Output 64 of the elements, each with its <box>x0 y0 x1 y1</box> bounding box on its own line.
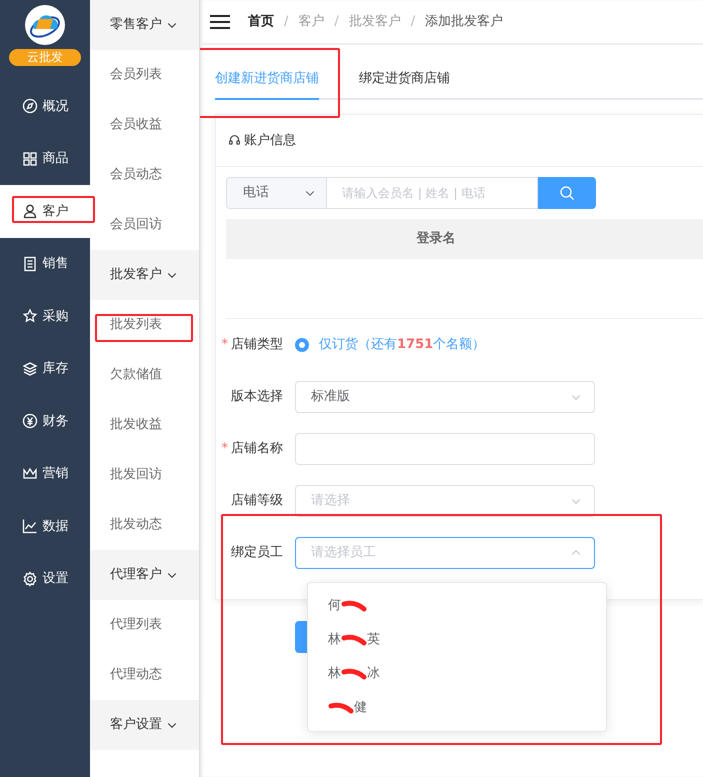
submenu-group-header[interactable]: 批发客户 <box>90 250 199 300</box>
breadcrumb-separator: / <box>334 12 339 31</box>
sidebar-item[interactable]: 设置 <box>0 552 90 605</box>
field-label: 版本选择 <box>231 389 283 404</box>
chart-icon <box>22 518 38 534</box>
submenu-item[interactable]: 代理动态 <box>90 650 199 700</box>
settings-icon <box>22 570 38 587</box>
submenu-group-header[interactable]: 客户设置 <box>90 700 199 750</box>
document-icon <box>22 256 38 272</box>
radio-button[interactable] <box>295 338 309 352</box>
submenu-item[interactable]: 代理列表 <box>90 600 199 650</box>
star-icon <box>22 308 38 324</box>
text-field[interactable] <box>295 433 595 465</box>
search-button[interactable] <box>538 177 596 209</box>
sidebar-item[interactable]: 商品 <box>0 132 90 185</box>
field-label: 店铺类型 <box>231 337 283 352</box>
required-mark: * <box>222 337 228 352</box>
sidebar-item[interactable]: 财务 <box>0 395 90 448</box>
logo-badge: 云批发 <box>9 49 81 66</box>
breadcrumb-separator: / <box>410 12 416 31</box>
select-field[interactable]: 标准版 <box>295 381 595 413</box>
logo-icon <box>25 5 65 45</box>
user-icon <box>22 203 38 220</box>
column-header: 登录名 <box>415 230 456 248</box>
sidebar-item[interactable]: 库存 <box>0 342 90 395</box>
compass-icon <box>22 98 38 114</box>
breadcrumb-link[interactable]: 首页 <box>248 12 274 32</box>
menu-icon[interactable] <box>210 14 230 30</box>
search-type-select[interactable]: 电话 <box>226 177 327 209</box>
submenu-item[interactable]: 会员回访 <box>90 200 199 250</box>
sidebar-item[interactable]: 概况 <box>0 80 90 132</box>
card-title: 账户信息 <box>244 132 296 150</box>
breadcrumb-separator: / <box>284 12 288 31</box>
field-label: 绑定员工 <box>231 545 283 560</box>
sidebar-item[interactable]: 客户 <box>0 185 90 238</box>
sidebar-item[interactable]: 数据 <box>0 500 90 552</box>
submenu-item[interactable]: 批发收益 <box>90 400 199 450</box>
search-field[interactable]: 请输入会员名 | 姓名 | 电话 <box>327 177 538 209</box>
submenu-item[interactable]: 批发回访 <box>90 450 199 500</box>
yen-icon <box>22 413 38 430</box>
required-mark: * <box>222 441 228 456</box>
submenu-item[interactable]: 会员收益 <box>90 100 199 150</box>
layers-icon <box>22 360 38 377</box>
dropdown-option[interactable]: 何 <box>308 589 606 623</box>
dropdown-option[interactable]: 林 英 <box>308 623 606 657</box>
submenu-item[interactable]: 批发列表 <box>90 300 199 350</box>
grid-icon <box>22 150 38 167</box>
sidebar-item[interactable]: 销售 <box>0 238 90 290</box>
breadcrumb-current: 添加批发客户 <box>425 12 504 31</box>
sidebar-item[interactable]: 采购 <box>0 290 90 342</box>
field-label: 店铺等级 <box>231 493 283 508</box>
submenu-item[interactable]: 批发动态 <box>90 500 199 550</box>
field-label: 店铺名称 <box>231 441 283 456</box>
dropdown-option[interactable]: 林 冰 <box>308 657 606 691</box>
submenu-item[interactable]: 欠款储值 <box>90 350 199 400</box>
search-icon <box>559 185 575 201</box>
headset-icon <box>228 134 241 147</box>
submenu-group-header[interactable]: 零售客户 <box>90 0 199 50</box>
dropdown-option[interactable]: 健 <box>308 691 606 725</box>
submenu-item[interactable]: 会员列表 <box>90 50 199 100</box>
tab[interactable]: 绑定进货商店铺 <box>359 68 450 100</box>
submenu-item[interactable]: 会员动态 <box>90 150 199 200</box>
sidebar-item[interactable]: 营销 <box>0 448 90 500</box>
submenu-group-header[interactable]: 代理客户 <box>90 550 199 600</box>
